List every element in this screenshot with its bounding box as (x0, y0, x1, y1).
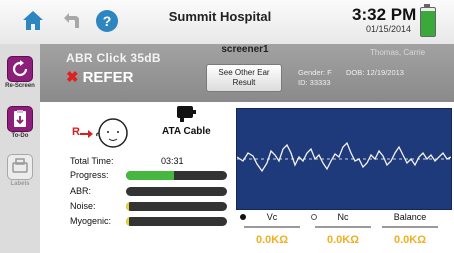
home-icon[interactable] (20, 8, 46, 34)
result-text: REFER (82, 69, 134, 86)
progress-fill (126, 171, 175, 180)
help-icon[interactable]: ? (94, 8, 120, 34)
ear-letter: R (72, 126, 80, 138)
patient-gender: Gender: F (298, 68, 332, 77)
test-content: R ATA Cable Total Time: 03:31 Progress: … (40, 102, 454, 253)
myogenic-label: Myogenic: (70, 216, 112, 226)
result-header: ABR Click 35dB ✖ REFER screener1 See Othe… (40, 44, 454, 102)
todo-icon (7, 106, 33, 132)
battery-icon (420, 7, 436, 37)
total-time-value: 03:31 (161, 156, 184, 166)
patient-name: Thomas, Carrie (370, 48, 426, 57)
hospital-name: Summit Hospital (168, 9, 272, 24)
nc-value: 0.0KΩ (326, 234, 360, 246)
patient-id: ID: 33333 (298, 78, 331, 87)
impedance-vc[interactable]: Vc 0.0KΩ (240, 212, 304, 252)
back-icon[interactable] (58, 8, 84, 34)
patient-dob: DOB: 12/19/2013 (346, 68, 404, 77)
impedance-nc[interactable]: Nc 0.0KΩ (311, 212, 375, 252)
nc-divider (315, 226, 371, 228)
waveform-trace (237, 141, 451, 173)
vc-value: 0.0KΩ (255, 234, 289, 246)
nc-label: Nc (337, 212, 349, 222)
total-time-label: Total Time: (70, 156, 114, 166)
impedance-balance: Balance 0.0KΩ (378, 212, 442, 252)
top-bar: ? Summit Hospital 3:32 PM 01/15/2014 (0, 0, 454, 45)
balance-label: Balance (393, 212, 427, 222)
baby-head-icon (96, 118, 128, 148)
clock-time: 3:32 PM (352, 5, 417, 24)
sidebar-item-rescreen[interactable]: Re-Screen (3, 56, 37, 89)
vc-divider (244, 226, 300, 228)
sidebar-item-label: Labels (10, 181, 30, 187)
myogenic-fill (126, 217, 130, 226)
eeg-waveform (236, 108, 452, 210)
sidebar-item-label: To-Do (11, 133, 29, 139)
balance-value: 0.0KΩ (393, 234, 427, 246)
noise-label: Noise: (70, 201, 96, 211)
progress-label: Progress: (70, 170, 109, 180)
refer-x-icon: ✖ (66, 69, 79, 86)
test-type: ABR Click 35dB (66, 51, 161, 65)
abr-bar (126, 187, 227, 196)
noise-fill (126, 202, 130, 211)
svg-text:?: ? (103, 13, 112, 29)
screen: ? Summit Hospital 3:32 PM 01/15/2014 Re-… (0, 0, 454, 253)
cable-icon (177, 106, 196, 122)
sidebar-item-labels[interactable]: Labels (3, 154, 37, 187)
see-other-ear-button[interactable]: See Other Ear Result (206, 64, 282, 92)
ear-indicator: R (72, 116, 132, 152)
screener-name: screener1 (221, 44, 269, 55)
vc-label: Vc (266, 212, 278, 222)
sidebar-item-label: Re-Screen (5, 83, 35, 89)
rescreen-icon (7, 56, 33, 82)
myogenic-bar (126, 217, 227, 226)
noise-bar (126, 202, 227, 211)
clock-date: 01/15/2014 (366, 24, 412, 34)
sidebar: Re-Screen To-Do Labels (0, 44, 41, 253)
labels-icon (7, 154, 33, 180)
balance-divider (382, 226, 438, 228)
cable-label: ATA Cable (162, 126, 211, 137)
result-status: ✖ REFER (66, 68, 133, 86)
progress-bar (126, 171, 227, 180)
battery-level (421, 10, 435, 36)
arrow-right-icon (80, 130, 93, 138)
abr-label: ABR: (70, 186, 92, 196)
sidebar-item-todo[interactable]: To-Do (3, 106, 37, 139)
